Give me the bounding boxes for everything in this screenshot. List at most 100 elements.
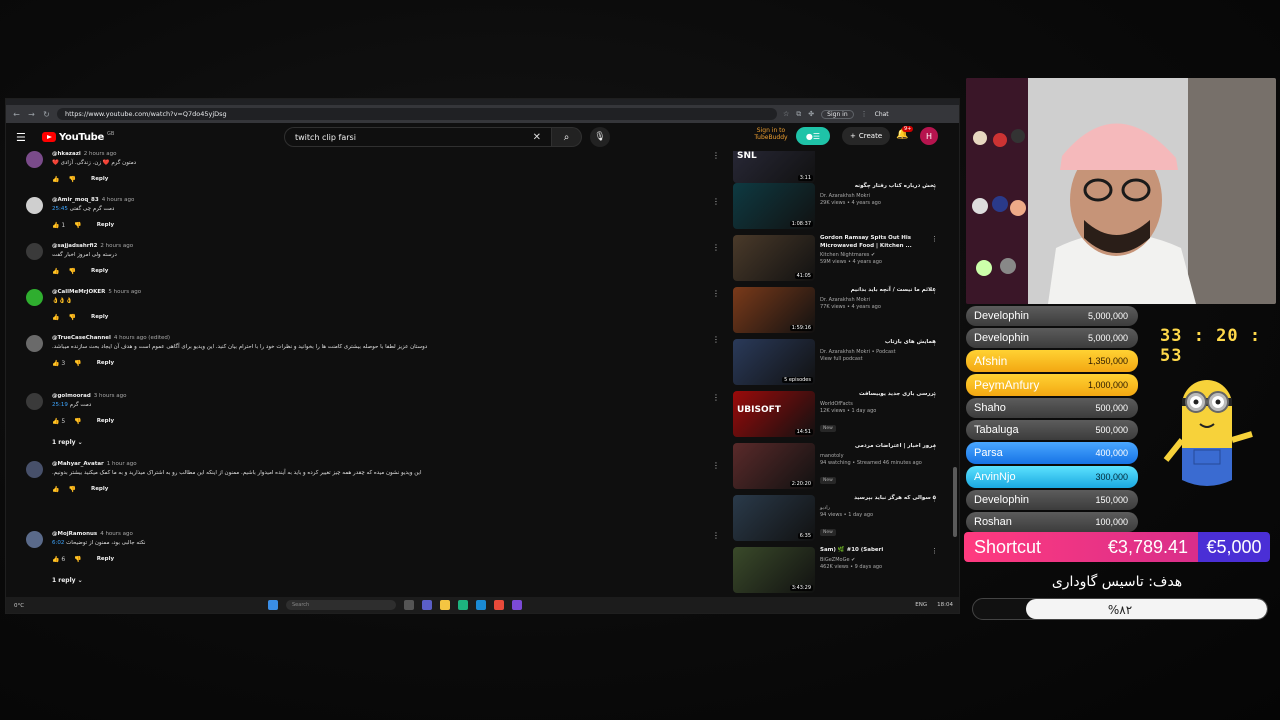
- system-clock[interactable]: 18:04: [937, 602, 953, 608]
- taskbar-search[interactable]: Search: [286, 600, 396, 610]
- dislike-icon[interactable]: 👎: [68, 176, 75, 183]
- browser-signin-button[interactable]: Sign in: [821, 109, 854, 119]
- video-channel[interactable]: Kitchen Nightmares ✔: [820, 252, 936, 258]
- like-icon[interactable]: 👍: [52, 314, 59, 321]
- language-indicator[interactable]: ENG: [915, 602, 927, 608]
- tubebuddy-signin-link[interactable]: Sign in to TubeBuddy: [751, 127, 791, 141]
- video-thumbnail[interactable]: 2:20:20: [733, 443, 815, 489]
- dislike-icon[interactable]: 👎: [74, 418, 81, 425]
- voice-search-button[interactable]: 🎙: [590, 127, 610, 147]
- reply-button[interactable]: Reply: [91, 176, 108, 182]
- comment-time[interactable]: 2 hours ago: [100, 243, 133, 249]
- video-title[interactable]: همایش های بازتاب: [820, 339, 936, 347]
- like-icon[interactable]: 👍: [52, 486, 59, 493]
- comment-author[interactable]: @Mahyar_Avatar 1 hour ago: [52, 461, 718, 467]
- comment-menu-icon[interactable]: ⋮: [712, 243, 720, 252]
- commenter-avatar[interactable]: [26, 243, 43, 260]
- video-title[interactable]: علائم ما نیست / آنچه باید بدانیم: [820, 287, 936, 295]
- video-title[interactable]: Gordon Ramsay Spits Out His Microwaved F…: [820, 235, 936, 250]
- comment-author[interactable]: @sajjadsahrfi2 2 hours ago: [52, 243, 718, 249]
- related-video[interactable]: 1:59:16 علائم ما نیست / آنچه باید بدانیم D…: [733, 287, 957, 337]
- video-thumbnail[interactable]: 1:08:37: [733, 183, 815, 229]
- vscode-icon[interactable]: [476, 600, 486, 610]
- comment-menu-icon[interactable]: ⋮: [712, 151, 720, 160]
- obs-icon[interactable]: [512, 600, 522, 610]
- video-thumbnail[interactable]: 3:43:29: [733, 547, 815, 593]
- comment-time[interactable]: 5 hours ago: [108, 289, 141, 295]
- comment-menu-icon[interactable]: ⋮: [712, 197, 720, 206]
- related-video[interactable]: 5 episodes همایش های بازتاب Dr. Azarakhsh …: [733, 339, 957, 389]
- video-title[interactable]: Sam) 🌿 #10 (Saberi: [820, 547, 936, 555]
- video-channel[interactable]: WorldOfFacts: [820, 401, 936, 407]
- video-menu-icon[interactable]: ⋮: [931, 235, 938, 243]
- reply-button[interactable]: Reply: [91, 486, 108, 492]
- teams-icon[interactable]: [422, 600, 432, 610]
- video-thumbnail[interactable]: SNL 3:11: [733, 151, 815, 183]
- page-scrollbar[interactable]: [953, 207, 957, 613]
- comment-menu-icon[interactable]: ⋮: [712, 335, 720, 344]
- reply-button[interactable]: Reply: [97, 418, 114, 424]
- dislike-icon[interactable]: 👎: [68, 268, 75, 275]
- reply-button[interactable]: Reply: [91, 268, 108, 274]
- puzzle-icon[interactable]: ✤: [808, 110, 814, 118]
- comment-author[interactable]: @CallMeMrJOKER 5 hours ago: [52, 289, 718, 295]
- video-thumbnail[interactable]: 1:59:16: [733, 287, 815, 333]
- like-icon[interactable]: 👍: [52, 176, 59, 183]
- video-thumbnail[interactable]: 6:35: [733, 495, 815, 541]
- timestamp-link[interactable]: 6:02: [52, 540, 64, 546]
- like-icon[interactable]: 👍 5: [52, 418, 65, 425]
- commenter-avatar[interactable]: [26, 393, 43, 410]
- video-thumbnail[interactable]: 41:05: [733, 235, 815, 281]
- comment-time[interactable]: 4 hours ago: [102, 197, 135, 203]
- video-channel[interactable]: Dr. Azarakhsh Mokri: [820, 193, 936, 199]
- like-icon[interactable]: 👍 6: [52, 556, 65, 563]
- video-channel[interactable]: BiGeZMoGe ✔: [820, 557, 936, 563]
- view-replies-button[interactable]: 1 reply ⌄: [52, 577, 718, 584]
- create-button[interactable]: + Create: [842, 127, 891, 145]
- video-title[interactable]: بخش درباره کتاب رفتار چگونه: [820, 183, 936, 191]
- scrollbar-thumb[interactable]: [953, 467, 957, 537]
- dislike-icon[interactable]: 👎: [74, 360, 81, 367]
- comment-menu-icon[interactable]: ⋮: [712, 461, 720, 470]
- comment-menu-icon[interactable]: ⋮: [712, 289, 720, 298]
- url-field[interactable]: https://www.youtube.com/watch?v=Q7do45yj…: [57, 108, 777, 120]
- commenter-avatar[interactable]: [26, 197, 43, 214]
- like-icon[interactable]: 👍 3: [52, 360, 65, 367]
- like-icon[interactable]: 👍: [52, 268, 59, 275]
- related-video[interactable]: 3:43:29 Sam) 🌿 #10 (Saberi BiGeZMoGe ✔ 462K…: [733, 547, 957, 597]
- related-video[interactable]: 1:08:37 بخش درباره کتاب رفتار چگونه Dr. Az…: [733, 183, 957, 233]
- reply-button[interactable]: Reply: [97, 360, 114, 366]
- chrome-icon[interactable]: [494, 600, 504, 610]
- comment-time[interactable]: 2 hours ago: [84, 151, 117, 157]
- related-video[interactable]: 2:20:20 مرور اخبار | اعتراضات مردمی manoto…: [733, 443, 957, 493]
- video-thumbnail[interactable]: UBISOFT 14:51: [733, 391, 815, 437]
- video-menu-icon[interactable]: ⋮: [931, 495, 938, 503]
- timestamp-link[interactable]: 25:45: [52, 206, 68, 212]
- comment-author[interactable]: @hkazazi 2 hours ago: [52, 151, 718, 157]
- timestamp-link[interactable]: 25:19: [52, 402, 68, 408]
- comment-author[interactable]: @TrueCaseChannel 4 hours ago (edited): [52, 335, 718, 341]
- search-input[interactable]: twitch clip farsi ✕: [284, 127, 552, 147]
- comment-time[interactable]: 3 hours ago: [94, 393, 127, 399]
- related-video[interactable]: 6:35 ۵ سوالی که هرگز نباید بپرسید رادیو 94 …: [733, 495, 957, 545]
- reply-button[interactable]: Reply: [97, 222, 114, 228]
- reload-icon[interactable]: ↻: [42, 110, 51, 119]
- start-icon[interactable]: [268, 600, 278, 610]
- account-avatar[interactable]: H: [920, 127, 938, 145]
- edge-icon[interactable]: [458, 600, 468, 610]
- youtube-logo[interactable]: YouTube GB: [42, 131, 114, 143]
- video-thumbnail[interactable]: 5 episodes: [733, 339, 815, 385]
- video-channel[interactable]: Dr. Azarakhsh Mokri: [820, 297, 936, 303]
- commenter-avatar[interactable]: [26, 531, 43, 548]
- comment-time[interactable]: 4 hours ago: [100, 531, 133, 537]
- dislike-icon[interactable]: 👎: [74, 556, 81, 563]
- video-channel[interactable]: manotoly: [820, 453, 936, 459]
- search-button[interactable]: ⌕: [552, 127, 582, 147]
- video-menu-icon[interactable]: ⋮: [931, 183, 938, 191]
- weather-widget[interactable]: 0°C: [14, 603, 24, 609]
- extensions-icon[interactable]: ⧉: [796, 110, 801, 119]
- view-replies-button[interactable]: 1 reply ⌄: [52, 439, 718, 446]
- comment-time[interactable]: 1 hour ago: [107, 461, 137, 467]
- related-video[interactable]: UBISOFT 14:51 بررسی بازی جدید یوبیسافت Worl…: [733, 391, 957, 441]
- reply-button[interactable]: Reply: [97, 556, 114, 562]
